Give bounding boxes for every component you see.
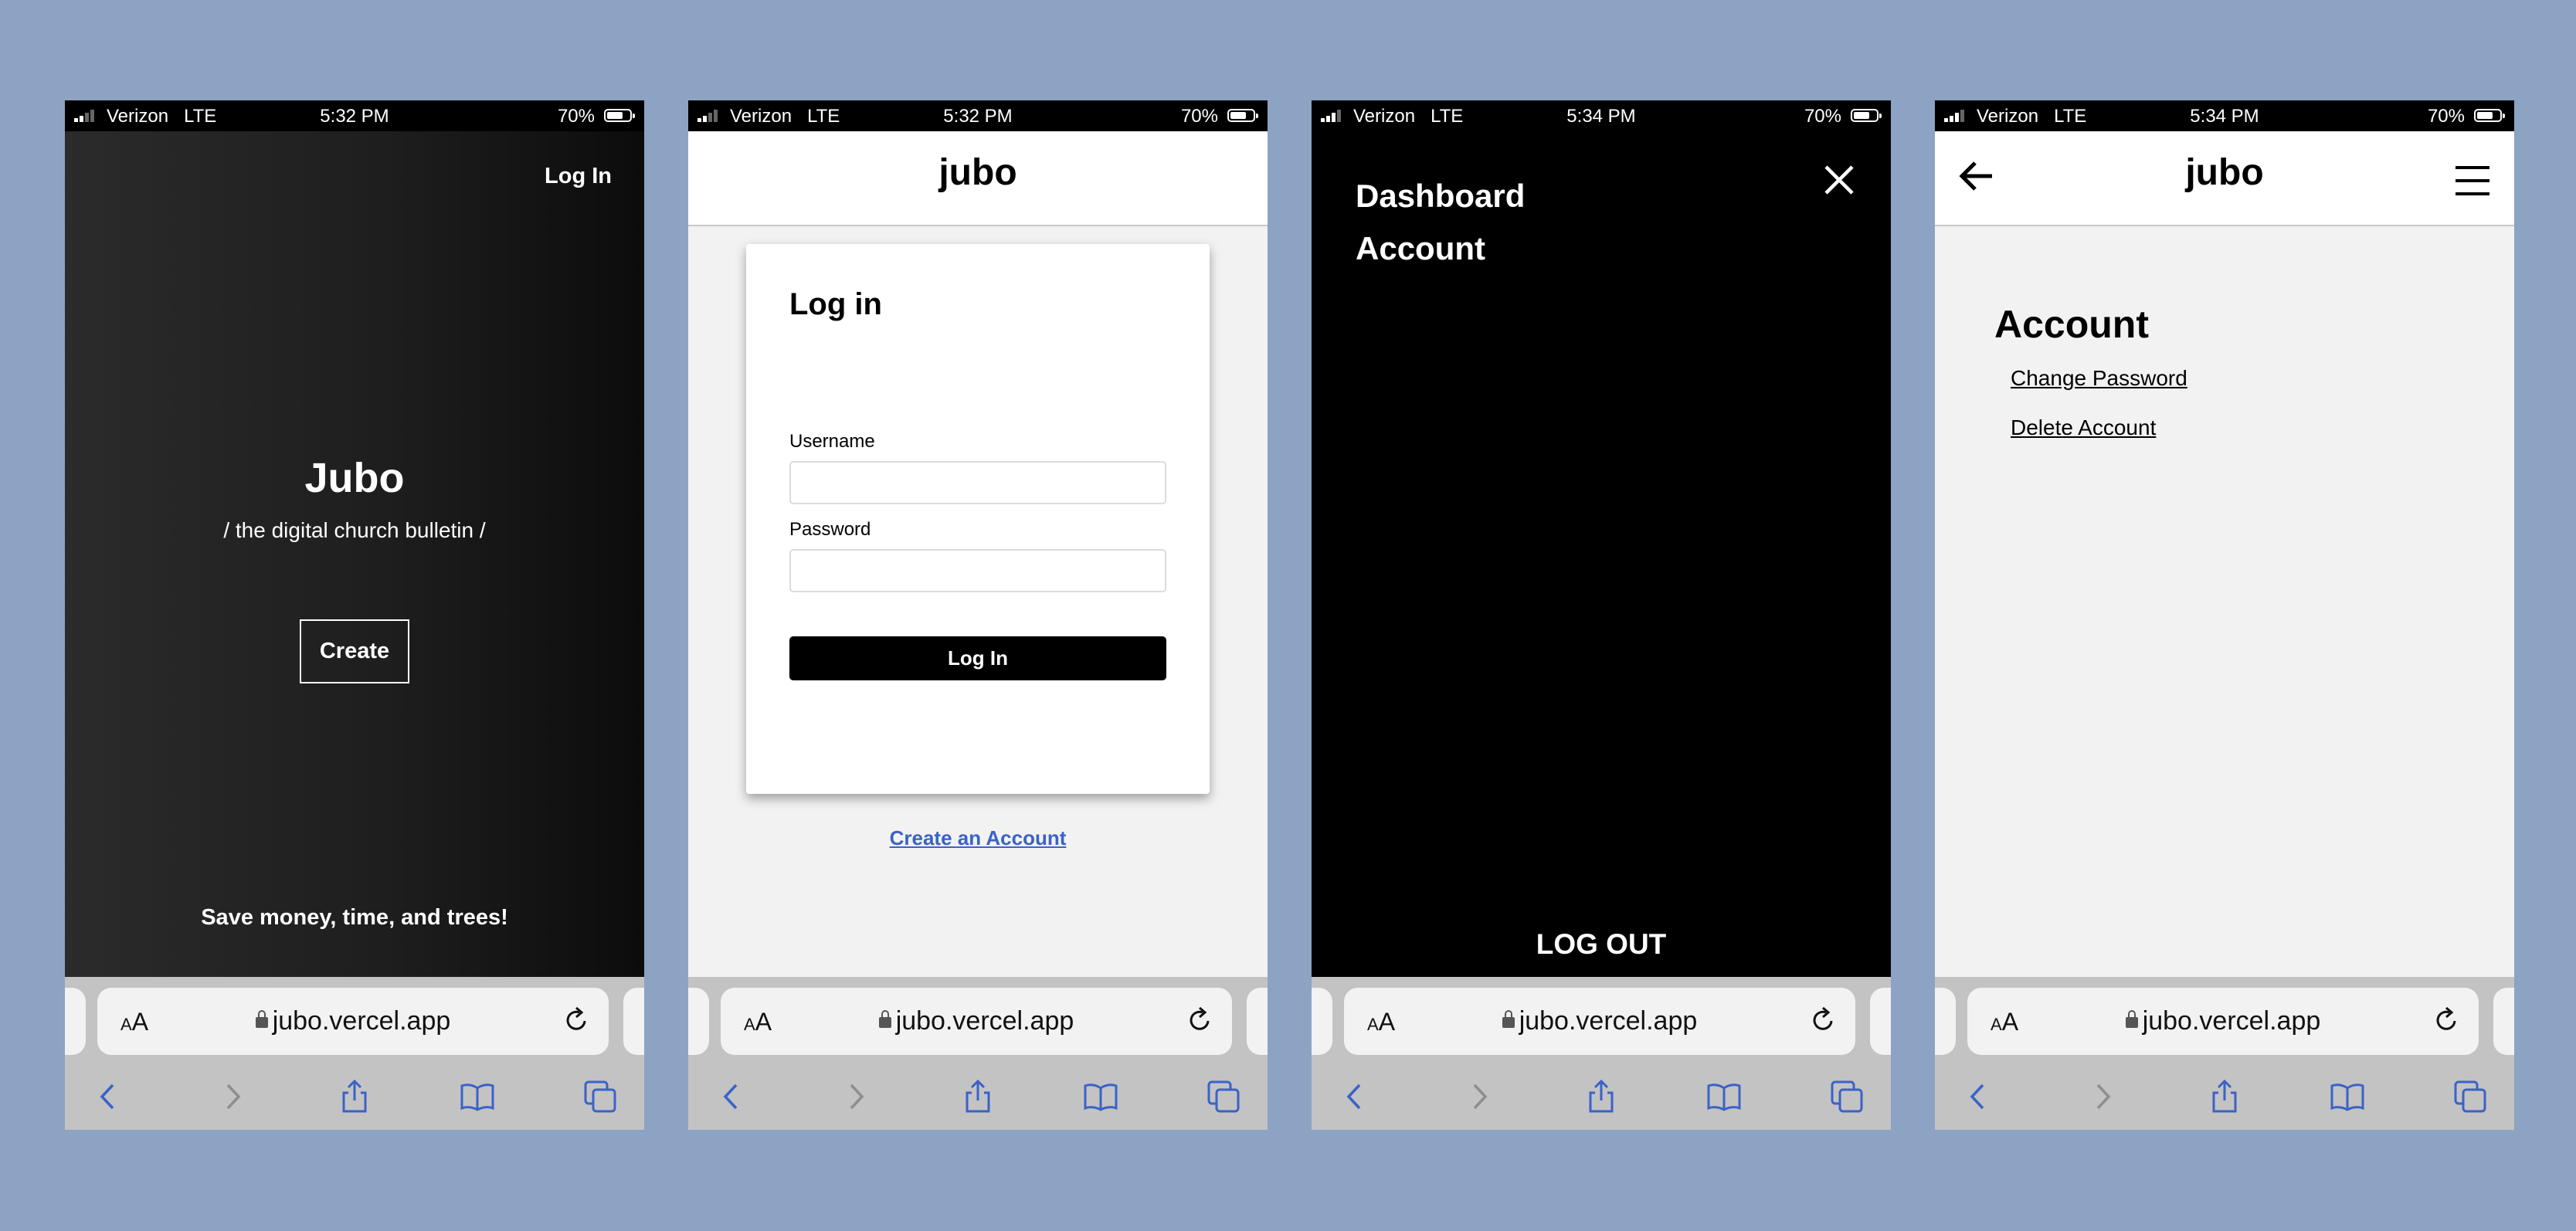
phone-screen-account: Verizon LTE 5:34 PM 70% jubo Account Cha… — [1935, 100, 2514, 1130]
app-header: jubo — [688, 131, 1268, 226]
share-icon[interactable] — [2207, 1079, 2242, 1114]
url-text: jubo.vercel.app — [721, 1006, 1232, 1036]
previous-tab-preview[interactable] — [1312, 988, 1332, 1055]
safari-toolbar — [688, 1063, 1268, 1130]
change-password-link[interactable]: Change Password — [2011, 366, 2187, 391]
status-bar: Verizon LTE 5:32 PM 70% — [65, 100, 644, 131]
account-page-body: Account Change Password Delete Account — [1935, 226, 2514, 977]
forward-icon — [850, 1083, 864, 1110]
brand-logo[interactable]: jubo — [688, 151, 1268, 194]
password-label: Password — [789, 519, 871, 540]
app-subtitle: / the digital church bulletin / — [223, 518, 486, 542]
phone-screen-login: Verizon LTE 5:32 PM 70% jubo Log in User… — [688, 100, 1268, 1130]
reload-icon[interactable] — [2431, 1005, 2462, 1036]
close-icon[interactable] — [1823, 164, 1855, 196]
battery-percent: 70% — [1804, 106, 1841, 127]
tabs-icon[interactable] — [2452, 1079, 2488, 1114]
share-icon[interactable] — [337, 1079, 372, 1114]
previous-tab-preview[interactable] — [688, 988, 709, 1055]
back-icon[interactable] — [1338, 1079, 1373, 1114]
battery-icon — [1227, 109, 1258, 122]
login-page-body: Log in Username Password Log In Create a… — [688, 226, 1268, 977]
tagline: Save money, time, and trees! — [201, 905, 508, 930]
safari-address-bar: AA jubo.vercel.app — [1312, 977, 1891, 1063]
reload-icon[interactable] — [561, 1005, 592, 1036]
tabs-icon[interactable] — [1206, 1079, 1241, 1114]
reload-icon[interactable] — [1807, 1005, 1838, 1036]
bookmarks-icon[interactable] — [2330, 1079, 2365, 1114]
battery-percent: 70% — [1180, 106, 1218, 127]
safari-address-bar: AA jubo.vercel.app — [65, 977, 644, 1063]
url-field[interactable]: AA jubo.vercel.app — [721, 988, 1232, 1055]
lock-icon — [1502, 1010, 1515, 1028]
safari-toolbar — [1312, 1063, 1891, 1130]
back-icon[interactable] — [714, 1079, 750, 1114]
app-title: Jubo — [304, 455, 405, 501]
create-button[interactable]: Create — [300, 619, 409, 683]
lock-icon — [878, 1010, 891, 1028]
url-text: jubo.vercel.app — [1344, 1006, 1855, 1036]
safari-toolbar — [65, 1063, 644, 1130]
forward-icon — [1473, 1083, 1488, 1110]
username-label: Username — [789, 431, 875, 452]
lock-icon — [255, 1010, 268, 1028]
forward-icon — [226, 1083, 241, 1110]
menu-item-dashboard[interactable]: Dashboard — [1356, 178, 1525, 215]
logout-button[interactable]: LOG OUT — [1312, 928, 1891, 961]
hamburger-menu-icon[interactable] — [2454, 165, 2491, 196]
safari-address-bar: AA jubo.vercel.app — [1935, 977, 2514, 1063]
login-link[interactable]: Log In — [545, 164, 612, 189]
status-bar: Verizon LTE 5:34 PM 70% — [1935, 100, 2514, 131]
back-icon[interactable] — [91, 1079, 127, 1114]
share-icon[interactable] — [960, 1079, 996, 1114]
username-input[interactable] — [789, 461, 1166, 504]
back-icon[interactable] — [1961, 1079, 1997, 1114]
hero-section: Log In Jubo / the digital church bulleti… — [65, 131, 644, 977]
url-text: jubo.vercel.app — [1967, 1006, 2479, 1036]
status-bar: Verizon LTE 5:34 PM 70% — [1312, 100, 1891, 131]
url-field[interactable]: AA jubo.vercel.app — [97, 988, 609, 1055]
tabs-icon[interactable] — [1829, 1079, 1865, 1114]
battery-icon — [604, 109, 635, 122]
lock-icon — [2125, 1010, 2138, 1028]
next-tab-preview[interactable] — [1247, 988, 1268, 1055]
next-tab-preview[interactable] — [1870, 988, 1891, 1055]
nav-menu-overlay: Dashboard Account LOG OUT — [1312, 131, 1891, 977]
previous-tab-preview[interactable] — [1935, 988, 1956, 1055]
next-tab-preview[interactable] — [623, 988, 644, 1055]
phone-screen-menu: Verizon LTE 5:34 PM 70% Dashboard Accoun… — [1312, 100, 1891, 1130]
safari-address-bar: AA jubo.vercel.app — [688, 977, 1268, 1063]
bookmarks-icon[interactable] — [1083, 1079, 1118, 1114]
create-account-link[interactable]: Create an Account — [688, 826, 1268, 850]
bookmarks-icon[interactable] — [1706, 1079, 1742, 1114]
status-bar: Verizon LTE 5:32 PM 70% — [688, 100, 1268, 131]
phone-screen-landing: Verizon LTE 5:32 PM 70% Log In Jubo / th… — [65, 100, 644, 1130]
previous-tab-preview[interactable] — [65, 988, 86, 1055]
login-card: Log in Username Password Log In — [746, 244, 1210, 794]
battery-percent: 70% — [2427, 106, 2465, 127]
battery-percent: 70% — [557, 106, 595, 127]
tabs-icon[interactable] — [582, 1079, 618, 1114]
login-submit-button[interactable]: Log In — [789, 636, 1166, 680]
url-text: jubo.vercel.app — [97, 1006, 609, 1036]
menu-item-account[interactable]: Account — [1356, 230, 1485, 267]
safari-toolbar — [1935, 1063, 2514, 1130]
page-title: Account — [1994, 303, 2149, 346]
next-tab-preview[interactable] — [2493, 988, 2514, 1055]
reload-icon[interactable] — [1184, 1005, 1215, 1036]
brand-logo[interactable]: jubo — [1935, 151, 2514, 194]
delete-account-link[interactable]: Delete Account — [2011, 415, 2156, 440]
bookmarks-icon[interactable] — [460, 1079, 495, 1114]
app-header: jubo — [1935, 131, 2514, 226]
share-icon[interactable] — [1583, 1079, 1619, 1114]
url-field[interactable]: AA jubo.vercel.app — [1967, 988, 2479, 1055]
password-input[interactable] — [789, 549, 1166, 592]
battery-icon — [1851, 109, 1882, 122]
url-field[interactable]: AA jubo.vercel.app — [1344, 988, 1855, 1055]
login-title: Log in — [789, 287, 882, 321]
forward-icon — [2096, 1083, 2111, 1110]
battery-icon — [2474, 109, 2505, 122]
